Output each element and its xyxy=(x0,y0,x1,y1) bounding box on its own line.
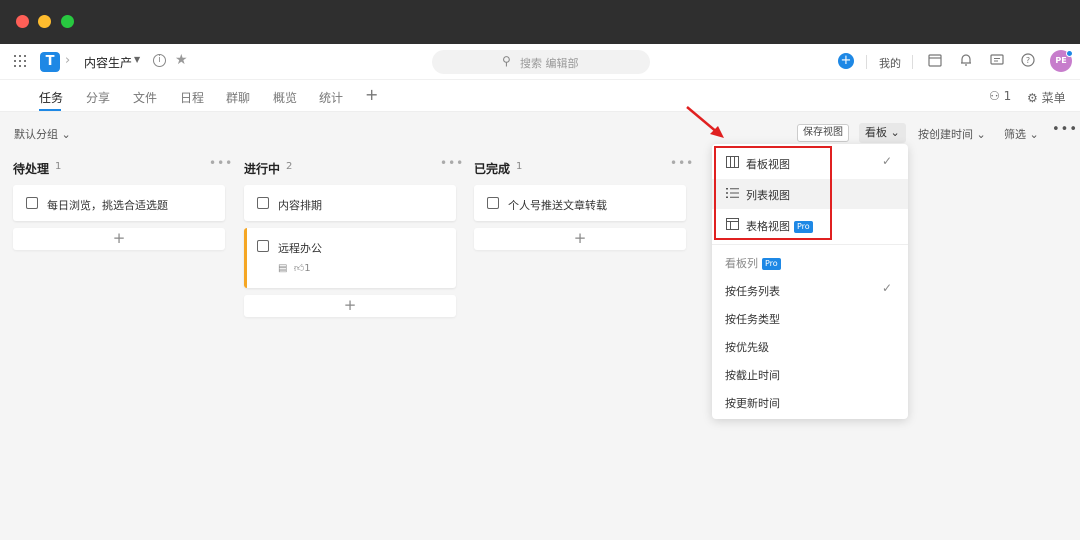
search-placeholder: 搜索 编辑部 xyxy=(520,57,579,70)
column-title: 进行中 xyxy=(244,162,281,176)
tab-schedule[interactable]: 日程 xyxy=(180,89,204,106)
column-count: 1 xyxy=(55,161,62,172)
bell-icon[interactable] xyxy=(958,52,974,68)
pro-badge: Pro xyxy=(762,258,781,270)
app-header: T › 内容生产 ▼ i ★ ⚲ 搜索 编辑部 + 我的 ? PE xyxy=(0,44,1080,80)
column-count: 1 xyxy=(516,161,523,172)
section-label: 看板列 xyxy=(725,257,758,270)
check-icon: ✓ xyxy=(882,154,893,168)
red-arrow-annotation-icon xyxy=(686,106,724,138)
members-count: 1 xyxy=(1003,89,1012,103)
view-label: 看板 xyxy=(865,126,887,139)
task-title: 内容排期 xyxy=(278,199,322,212)
tab-files[interactable]: 文件 xyxy=(133,89,157,106)
task-card[interactable]: 个人号推送文章转载 xyxy=(474,185,686,221)
apps-grid-icon[interactable] xyxy=(14,55,26,67)
task-card[interactable]: 远程办公 ▤ 👍︎1 xyxy=(244,228,456,288)
add-task-button[interactable]: + xyxy=(244,295,456,317)
close-window-button[interactable] xyxy=(16,15,29,28)
highlight-annotation-box xyxy=(714,146,832,240)
tab-bar: 任务 分享 文件 日程 群聊 概览 统计 + ⚇ 1 ⚙ 菜单 xyxy=(0,80,1080,112)
tab-tasks[interactable]: 任务 xyxy=(39,89,63,106)
mine-button[interactable]: 我的 xyxy=(879,55,901,71)
settings-sliders-icon: ⚙ xyxy=(1027,91,1038,105)
search-icon: ⚲ xyxy=(502,54,511,68)
like-icon: 👍︎ xyxy=(293,263,305,274)
task-title: 远程办公 xyxy=(278,242,322,255)
tab-share[interactable]: 分享 xyxy=(86,89,110,106)
column-more-button[interactable]: ••• xyxy=(209,156,233,170)
project-name[interactable]: 内容生产 xyxy=(84,54,132,71)
minimize-window-button[interactable] xyxy=(38,15,51,28)
help-icon[interactable]: ? xyxy=(1020,52,1036,68)
filter-label: 筛选 xyxy=(1004,128,1026,141)
task-card[interactable]: 内容排期 xyxy=(244,185,456,221)
column-title: 已完成 xyxy=(474,162,511,176)
task-meta: ▤ 👍︎1 xyxy=(278,262,311,274)
more-options-button[interactable]: ••• xyxy=(1052,122,1078,137)
calendar-icon[interactable] xyxy=(927,52,943,68)
option-by-update-time[interactable]: 按更新时间 xyxy=(725,395,780,411)
sort-label: 按创建时间 xyxy=(918,128,973,141)
option-by-task-type[interactable]: 按任务类型 xyxy=(725,311,780,327)
divider xyxy=(866,55,867,69)
option-by-task-list[interactable]: 按任务列表 xyxy=(725,283,780,299)
maximize-window-button[interactable] xyxy=(61,15,74,28)
caret-down-icon[interactable]: ▼ xyxy=(134,55,140,64)
window-titlebar xyxy=(0,0,1080,44)
save-view-button[interactable]: 保存视图 xyxy=(797,124,849,142)
active-tab-indicator xyxy=(39,109,61,111)
svg-text:?: ? xyxy=(1026,56,1030,65)
star-icon[interactable]: ★ xyxy=(175,52,188,68)
group-select[interactable]: 默认分组 ⌄ xyxy=(14,126,71,142)
kanban-board: 默认分组 ⌄ 保存视图 看板 ⌄ 按创建时间 ⌄ 筛选 ⌄ ••• 待处理 1 … xyxy=(0,112,1080,540)
tab-group-chat[interactable]: 群聊 xyxy=(226,89,250,106)
menu-divider xyxy=(712,244,908,245)
task-title: 个人号推送文章转载 xyxy=(508,199,607,212)
task-checkbox[interactable] xyxy=(257,240,269,252)
column-title: 待处理 xyxy=(13,162,50,176)
tab-statistics[interactable]: 统计 xyxy=(319,89,343,106)
task-title: 每日浏览，挑选合适选题 xyxy=(47,199,168,212)
members-button[interactable]: ⚇ 1 xyxy=(989,89,1011,103)
search-input[interactable]: ⚲ 搜索 编辑部 xyxy=(432,50,650,74)
project-logo[interactable]: T xyxy=(40,52,60,72)
add-tab-button[interactable]: + xyxy=(365,85,378,104)
menu-label: 菜单 xyxy=(1041,91,1066,105)
sort-button[interactable]: 按创建时间 ⌄ xyxy=(918,126,986,142)
status-dot xyxy=(1066,50,1073,57)
column-more-button[interactable]: ••• xyxy=(440,156,464,170)
task-checkbox[interactable] xyxy=(257,197,269,209)
add-task-button[interactable]: + xyxy=(474,228,686,250)
add-task-button[interactable]: + xyxy=(13,228,225,250)
add-button[interactable]: + xyxy=(838,53,854,69)
option-by-due-date[interactable]: 按截止时间 xyxy=(725,367,780,383)
like-count: 1 xyxy=(304,263,311,274)
group-label: 默认分组 xyxy=(14,128,58,141)
view-switch-button[interactable]: 看板 ⌄ xyxy=(859,123,906,143)
option-by-priority[interactable]: 按优先级 xyxy=(725,339,769,355)
column-more-button[interactable]: ••• xyxy=(670,156,694,170)
task-checkbox[interactable] xyxy=(26,197,38,209)
info-icon[interactable]: i xyxy=(153,54,166,67)
note-icon: ▤ xyxy=(278,263,288,274)
task-card[interactable]: 每日浏览，挑选合适选题 xyxy=(13,185,225,221)
tab-overview[interactable]: 概览 xyxy=(273,89,297,106)
task-checkbox[interactable] xyxy=(487,197,499,209)
board-column-section-title: 看板列 Pro xyxy=(725,255,781,271)
person-icon: ⚇ xyxy=(989,89,1000,103)
message-icon[interactable] xyxy=(989,52,1005,68)
divider xyxy=(912,55,913,69)
filter-button[interactable]: 筛选 ⌄ xyxy=(1004,126,1039,142)
check-icon: ✓ xyxy=(882,281,893,295)
breadcrumb-chevron-icon: › xyxy=(65,53,71,68)
menu-button[interactable]: ⚙ 菜单 xyxy=(1027,89,1066,106)
column-count: 2 xyxy=(286,161,293,172)
